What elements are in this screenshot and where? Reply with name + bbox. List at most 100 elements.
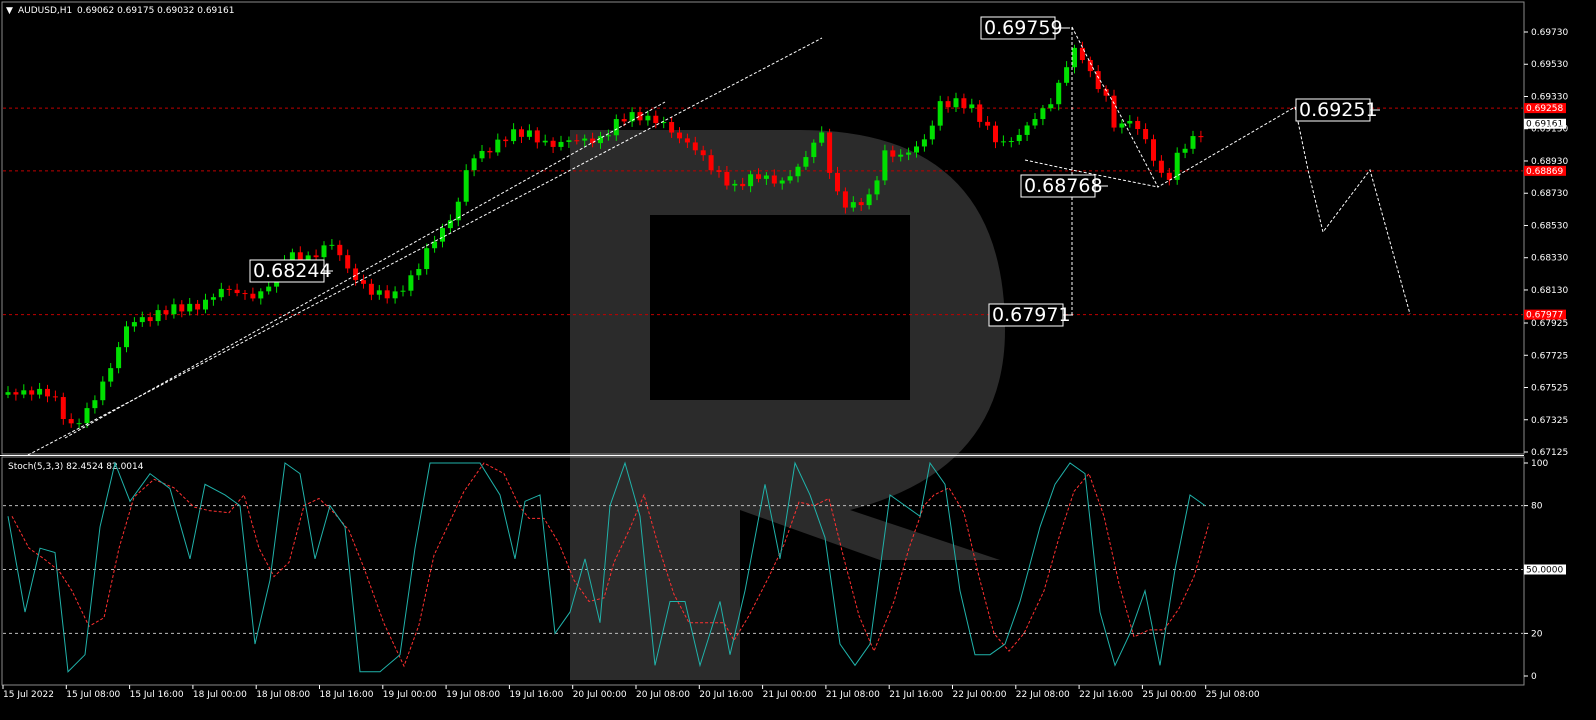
- candle-body: [637, 112, 643, 121]
- price-tick-label: 0.67325: [1531, 416, 1568, 426]
- candle-body: [945, 101, 951, 108]
- candle-body: [471, 158, 477, 171]
- candle-body: [1119, 123, 1125, 128]
- candle-body: [898, 154, 904, 157]
- candle-body: [866, 194, 872, 206]
- time-tick-label: 22 Jul 00:00: [953, 690, 1007, 700]
- candle-body: [732, 183, 738, 186]
- candle-body: [511, 129, 517, 142]
- candle-body: [29, 390, 35, 395]
- candle-body: [124, 326, 129, 348]
- candle-body: [613, 119, 619, 136]
- time-tick-label: 21 Jul 00:00: [763, 690, 817, 700]
- candle-body: [408, 275, 414, 291]
- candle-body: [479, 150, 485, 159]
- candle-body: [993, 125, 998, 143]
- price-label-text: 0.68244: [253, 260, 332, 282]
- stoch-tick-label: 0: [1531, 672, 1537, 682]
- candle-body: [266, 286, 272, 292]
- candle-body: [803, 157, 809, 167]
- time-tick-label: 25 Jul 08:00: [1206, 690, 1260, 700]
- candle-body: [226, 288, 232, 290]
- time-tick-label: 18 Jul 00:00: [193, 690, 247, 700]
- price-label-text: 0.67971: [992, 304, 1071, 326]
- candle-body: [203, 299, 208, 310]
- candle-body: [187, 303, 193, 312]
- main-pane-frame: [1, 1, 1525, 455]
- price-label-text: 0.69251: [1299, 99, 1378, 121]
- candle-body: [179, 304, 185, 312]
- candle-body: [858, 202, 864, 206]
- stoch-tag-label: 50.0000: [1526, 566, 1563, 576]
- candle-body: [313, 255, 319, 258]
- candle-body: [534, 130, 540, 143]
- candle-body: [526, 130, 532, 137]
- candle-body: [250, 293, 256, 299]
- time-tick-label: 25 Jul 00:00: [1142, 690, 1196, 700]
- candle-body: [392, 291, 398, 299]
- candle-body: [131, 322, 137, 327]
- candle-body: [37, 388, 43, 395]
- candle-body: [60, 397, 66, 420]
- candle-body: [566, 140, 572, 142]
- candle-body: [1182, 148, 1188, 153]
- candle-body: [139, 317, 145, 323]
- candle-body: [416, 269, 422, 276]
- candle-body: [724, 171, 730, 186]
- candle-body: [914, 146, 919, 153]
- candle-body: [447, 220, 453, 229]
- price-label-text: 0.68768: [1024, 175, 1103, 197]
- candle-body: [195, 303, 201, 310]
- time-tick-label: 19 Jul 16:00: [509, 690, 563, 700]
- time-tick-label: 20 Jul 08:00: [636, 690, 690, 700]
- candle-body: [487, 150, 493, 153]
- candle-body: [756, 174, 761, 179]
- candle-body: [645, 115, 651, 121]
- candle-body: [1072, 47, 1077, 68]
- forecast-line: [1294, 106, 1411, 315]
- time-tick-label: 15 Jul 2022: [3, 690, 54, 700]
- stoch-header: Stoch(5,3,3) 82.4524 82.0014: [8, 462, 144, 472]
- candle-body: [929, 125, 935, 140]
- candle-body: [21, 390, 27, 395]
- candle-body: [68, 419, 74, 424]
- candle-body: [1040, 108, 1046, 120]
- candle-body: [700, 150, 706, 156]
- chart-symbol: AUDUSD,H1: [18, 6, 72, 16]
- price-label-text: 0.69759: [984, 17, 1063, 39]
- watermark-logo: [570, 130, 1005, 680]
- candle-body: [1056, 82, 1062, 105]
- candle-body: [985, 121, 991, 126]
- candle-body: [708, 155, 714, 171]
- candle-body: [882, 150, 888, 181]
- candle-body: [653, 115, 659, 124]
- candle-body: [440, 228, 445, 242]
- time-tick-label: 15 Jul 16:00: [130, 690, 184, 700]
- price-tick-label: 0.67525: [1531, 384, 1568, 394]
- candle-body: [819, 132, 825, 143]
- candle-body: [242, 293, 248, 295]
- candle-body: [258, 291, 264, 299]
- chart-header-menu-icon[interactable]: ▼: [6, 6, 13, 16]
- candle-body: [337, 244, 343, 256]
- candle-body: [1064, 67, 1070, 83]
- candle-body: [519, 129, 524, 137]
- candle-body: [503, 139, 509, 142]
- candle-body: [1151, 139, 1156, 161]
- candle-body: [811, 142, 817, 158]
- candle-body: [771, 175, 777, 184]
- stoch-tick-label: 100: [1531, 459, 1548, 469]
- candle-body: [1111, 95, 1117, 128]
- trading-chart[interactable]: ▼ AUDUSD,H1 0.69062 0.69175 0.69032 0.69…: [0, 0, 1596, 716]
- forecast-line: [27, 37, 823, 456]
- candle-body: [684, 138, 690, 143]
- candle-body: [977, 104, 983, 122]
- candle-body: [147, 317, 153, 322]
- candle-body: [850, 202, 856, 208]
- candle-body: [677, 132, 682, 139]
- candle-body: [345, 255, 351, 269]
- candle-body: [1174, 152, 1180, 180]
- level-tag-label: 0.68869: [1526, 167, 1563, 177]
- price-tick-label: 0.67725: [1531, 351, 1568, 361]
- time-tick-label: 21 Jul 08:00: [826, 690, 880, 700]
